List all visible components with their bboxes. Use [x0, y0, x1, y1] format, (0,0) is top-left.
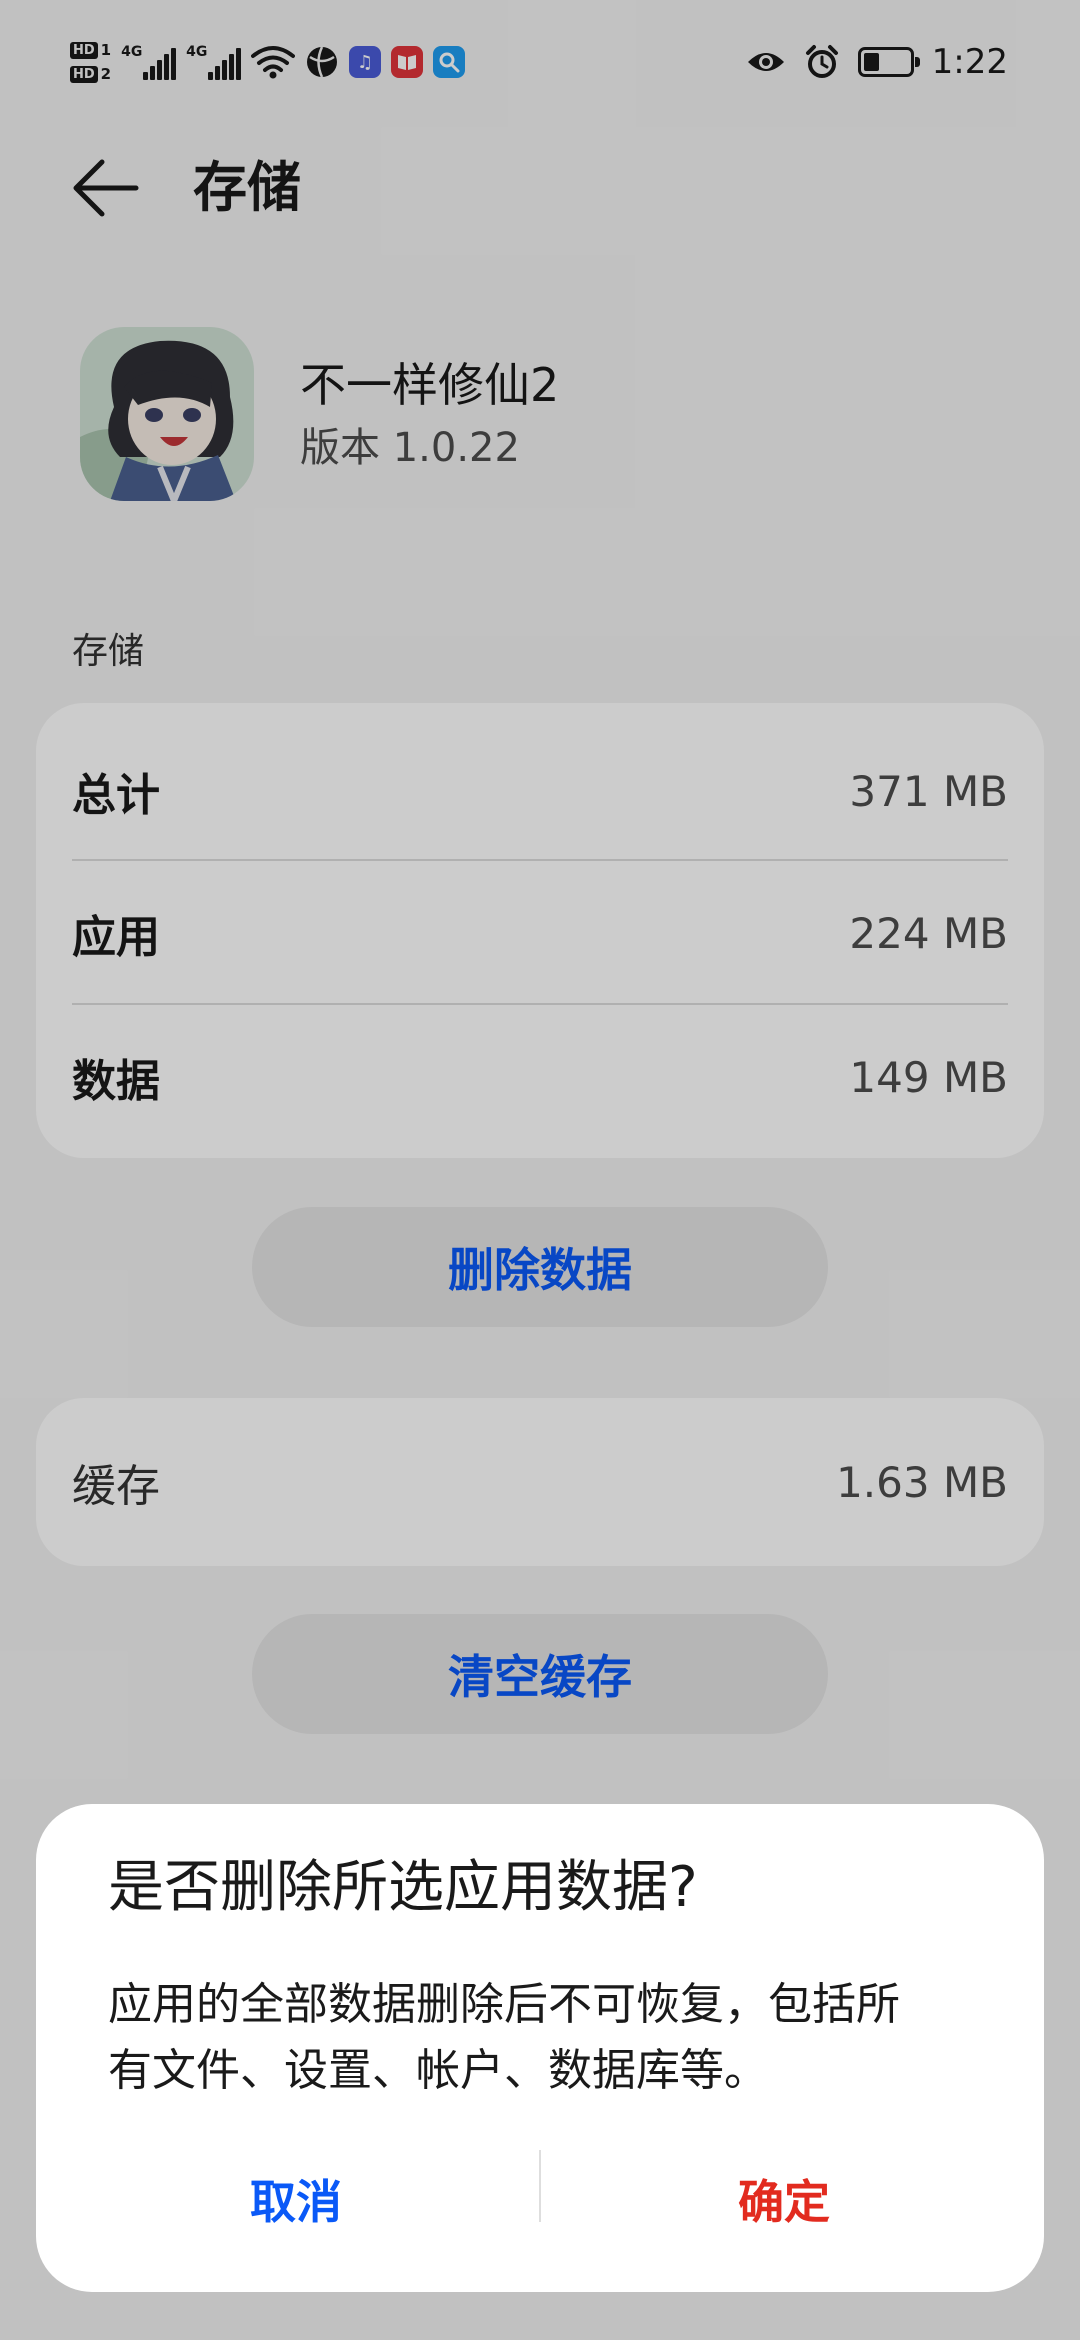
- button-divider: [539, 2150, 541, 2222]
- dialog-message-line: 应用的全部数据删除后不可恢复，包括所: [108, 1979, 900, 2030]
- cancel-button[interactable]: 取消: [66, 2144, 526, 2254]
- delete-data-dialog: 是否删除所选应用数据? 应用的全部数据删除后不可恢复，包括所 有文件、设置、帐户…: [36, 1804, 1044, 2292]
- dialog-title: 是否删除所选应用数据?: [108, 1855, 698, 1920]
- storage-screen: HD 1 HD 2 4G 4G ♫ 1:22 存储 不一样修仙2 版本 1.0.…: [0, 0, 1080, 2340]
- dialog-message: 应用的全部数据删除后不可恢复，包括所 有文件、设置、帐户、数据库等。: [108, 1972, 1008, 2104]
- confirm-button[interactable]: 确定: [554, 2144, 1014, 2254]
- dialog-message-line: 有文件、设置、帐户、数据库等。: [108, 2045, 768, 2096]
